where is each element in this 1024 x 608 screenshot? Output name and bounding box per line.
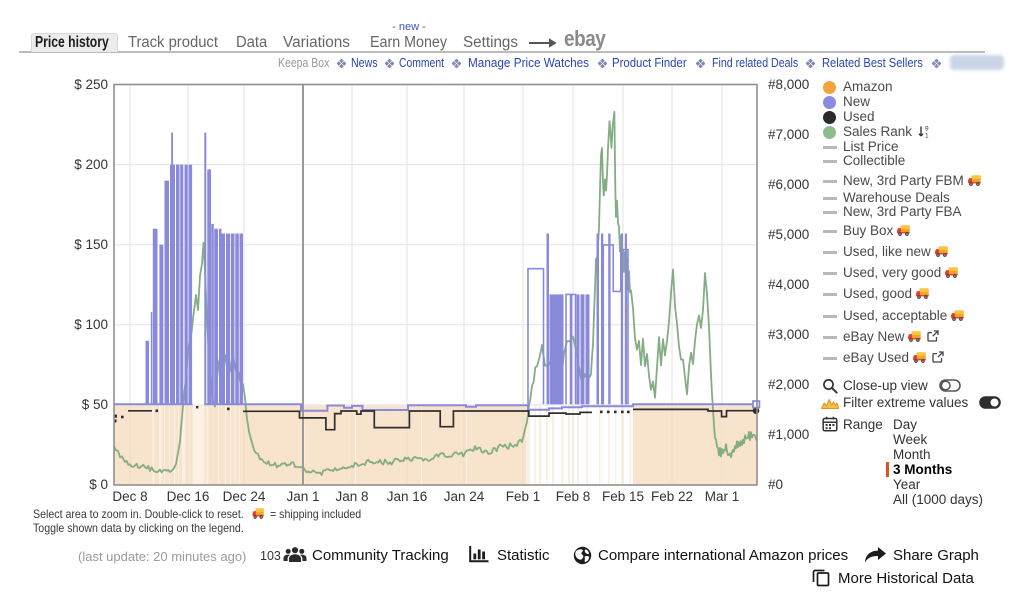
svg-text:9: 9 (925, 125, 929, 132)
svg-text:1: 1 (925, 132, 929, 138)
